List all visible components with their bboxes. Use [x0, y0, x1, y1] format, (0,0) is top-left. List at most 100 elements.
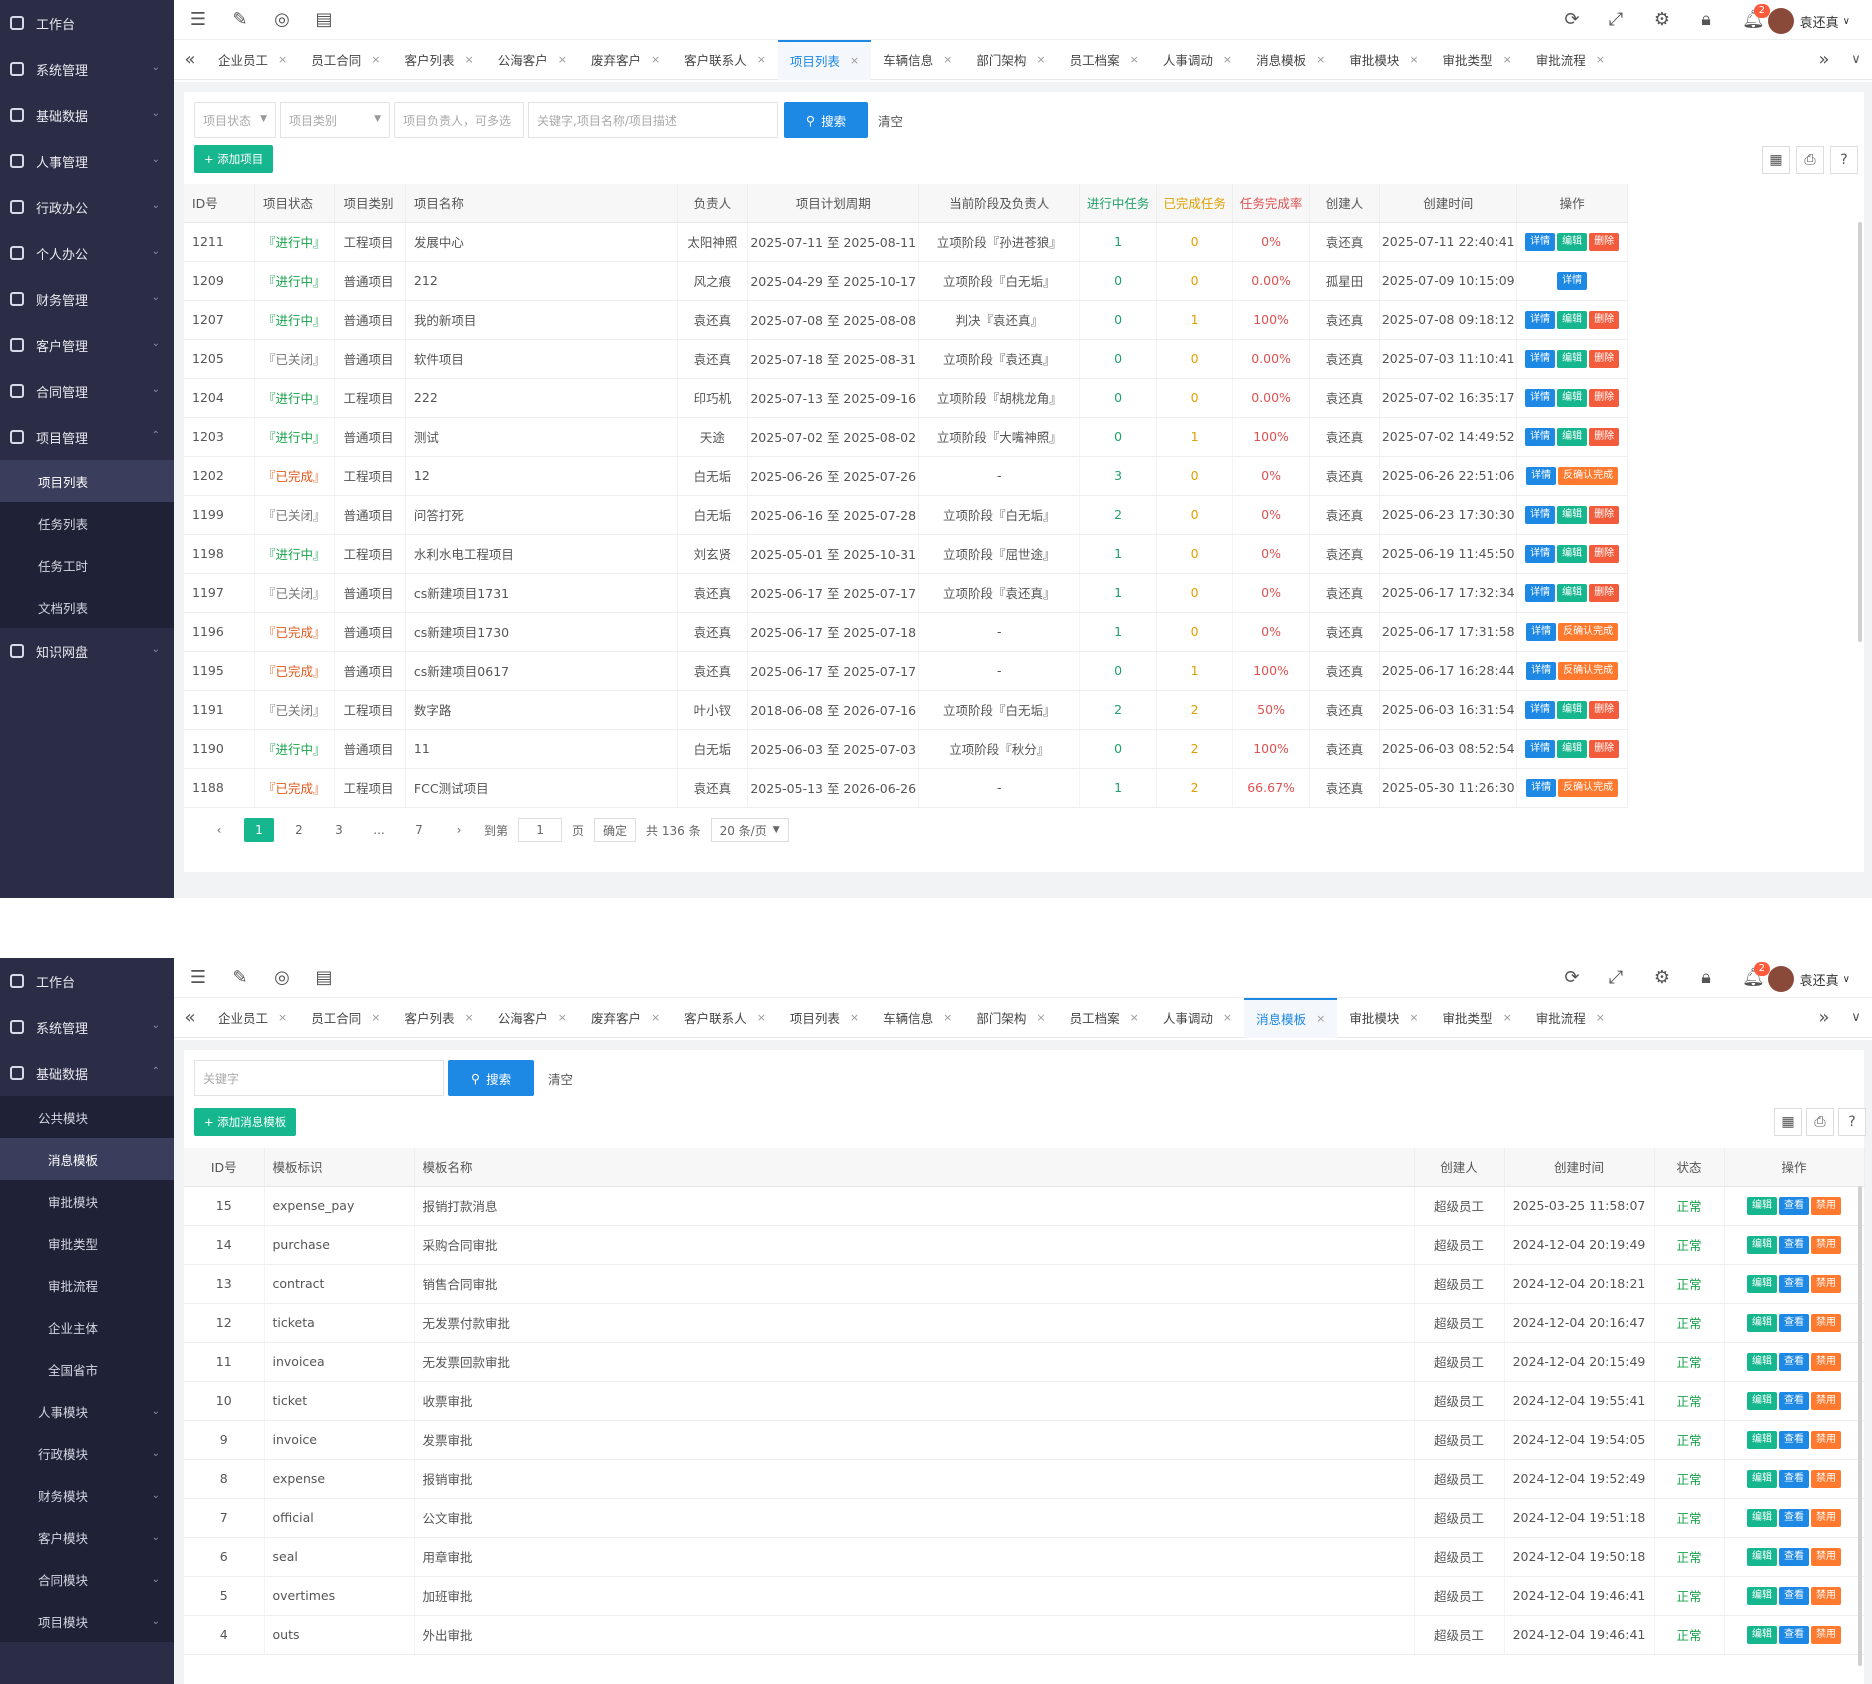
edit-button[interactable]: 编辑 — [1747, 1274, 1777, 1293]
close-icon[interactable]: × — [1316, 1012, 1325, 1025]
close-icon[interactable]: × — [943, 1011, 952, 1024]
view-button[interactable]: 查看 — [1779, 1391, 1809, 1410]
tab[interactable]: 消息模板 × — [1244, 997, 1338, 1038]
edit-button[interactable]: 编辑 — [1557, 388, 1588, 407]
unconfirm-button[interactable]: 反确认完成 — [1558, 661, 1619, 680]
sidebar-subitem[interactable]: 任务列表 — [0, 502, 174, 544]
tabs-scroll-right-icon[interactable]: » — [1808, 998, 1840, 1038]
sidebar-item[interactable]: 项目管理 ⌃ — [0, 414, 174, 460]
disable-button[interactable]: 禁用 — [1811, 1352, 1841, 1371]
delete-button[interactable]: 删除 — [1589, 739, 1620, 758]
sidebar-item[interactable]: 系统管理 ⌄ — [0, 46, 174, 92]
table-row[interactable]: 8 expense 报销审批 超级员工 2024-12-04 19:52:49 正常 编辑查… — [184, 1459, 1865, 1499]
sidebar-subitem[interactable]: 文档列表 — [0, 586, 174, 628]
tabs-menu-chevron-icon[interactable]: ∨ — [1840, 998, 1872, 1038]
detail-button[interactable]: 详情 — [1525, 310, 1556, 329]
search-button[interactable]: ⚲ 搜索 — [448, 1060, 534, 1096]
sidebar-group[interactable]: 公共模块 — [0, 1096, 174, 1138]
tab[interactable]: 员工档案 × — [1058, 998, 1151, 1038]
close-icon[interactable]: × — [1036, 53, 1045, 66]
table-row[interactable]: 13 contract 销售合同审批 超级员工 2024-12-04 20:18:21 正… — [184, 1264, 1865, 1304]
table-row[interactable]: 1188 『已完成』 工程项目 FCC测试项目 袁还真 2025-05-13 至 2026… — [184, 768, 1628, 808]
sidebar-item[interactable]: 工作台 — [0, 0, 174, 46]
tab[interactable]: 客户列表 × — [392, 40, 485, 80]
disable-button[interactable]: 禁用 — [1811, 1625, 1841, 1644]
edit-button[interactable]: 编辑 — [1747, 1625, 1777, 1644]
tab[interactable]: 审批类型 × — [1431, 998, 1524, 1038]
bell-icon[interactable]: 🔔︎ 2 — [1742, 962, 1770, 988]
close-icon[interactable]: × — [278, 1011, 287, 1024]
sidebar-item[interactable]: 基础数据 ⌄ — [0, 92, 174, 138]
tab[interactable]: 企业员工 × — [206, 998, 299, 1038]
edit-button[interactable]: 编辑 — [1747, 1547, 1777, 1566]
tab[interactable]: 废弃客户 × — [579, 998, 672, 1038]
disable-button[interactable]: 禁用 — [1811, 1235, 1841, 1254]
table-row[interactable]: 1204 『进行中』 工程项目 222 印巧机 2025-07-13 至 2025-09-… — [184, 378, 1628, 418]
close-icon[interactable]: × — [1596, 1011, 1605, 1024]
table-row[interactable]: 1207 『进行中』 普通项目 我的新项目 袁还真 2025-07-08 至 2025-0… — [184, 300, 1628, 340]
tab[interactable]: 审批模块 × — [1337, 998, 1430, 1038]
close-icon[interactable]: × — [371, 53, 380, 66]
tab[interactable]: 车辆信息 × — [871, 40, 964, 80]
view-button[interactable]: 查看 — [1779, 1625, 1809, 1644]
edit-button[interactable]: 编辑 — [1747, 1469, 1777, 1488]
tab[interactable]: 审批流程 × — [1524, 998, 1617, 1038]
edit-button[interactable]: 编辑 — [1747, 1508, 1777, 1527]
sidebar-group[interactable]: 客户模块 ⌄ — [0, 1516, 174, 1558]
search-button[interactable]: ⚲ 搜索 — [784, 102, 868, 138]
disable-button[interactable]: 禁用 — [1811, 1196, 1841, 1215]
project-name[interactable]: 11 — [405, 729, 678, 769]
view-button[interactable]: 查看 — [1779, 1352, 1809, 1371]
sidebar-item[interactable]: 基础数据 ⌃ — [0, 1050, 174, 1096]
refresh-icon[interactable]: ⟳ — [1562, 10, 1582, 30]
bell-icon[interactable]: 🔔︎ 2 — [1742, 4, 1770, 30]
disable-button[interactable]: 禁用 — [1811, 1508, 1841, 1527]
table-row[interactable]: 1195 『已完成』 普通项目 cs新建项目0617 袁还真 2025-06-17 至 2… — [184, 651, 1628, 691]
tab[interactable]: 公海客户 × — [486, 998, 579, 1038]
user-menu[interactable]: 袁还真 ∨ — [1767, 966, 1850, 992]
detail-button[interactable]: 详情 — [1525, 388, 1556, 407]
close-icon[interactable]: × — [558, 1011, 567, 1024]
close-icon[interactable]: × — [1316, 53, 1325, 66]
add-project-button[interactable]: + 添加项目 — [194, 145, 274, 173]
sidebar-subitem[interactable]: 审批类型 — [0, 1222, 174, 1264]
table-row[interactable]: 1211 『进行中』 工程项目 发展中心 太阳神照 2025-07-11 至 2025-0… — [184, 222, 1628, 262]
detail-button[interactable]: 详情 — [1526, 466, 1557, 485]
tab[interactable]: 企业员工 × — [206, 40, 299, 80]
detail-button[interactable]: 详情 — [1526, 778, 1557, 797]
sidebar-item[interactable]: 个人办公 ⌄ — [0, 230, 174, 276]
edit-button[interactable]: 编辑 — [1557, 427, 1588, 446]
disable-button[interactable]: 禁用 — [1811, 1430, 1841, 1449]
delete-button[interactable]: 删除 — [1589, 544, 1620, 563]
detail-button[interactable]: 详情 — [1526, 622, 1557, 641]
sidebar-subitem[interactable]: 审批流程 — [0, 1264, 174, 1306]
project-name[interactable]: 发展中心 — [405, 222, 678, 262]
tab[interactable]: 员工合同 × — [299, 998, 392, 1038]
disable-button[interactable]: 禁用 — [1811, 1586, 1841, 1605]
table-row[interactable]: 1202 『已完成』 工程项目 12 白无垢 2025-06-26 至 2025-07-2… — [184, 456, 1628, 496]
unconfirm-button[interactable]: 反确认完成 — [1558, 466, 1619, 485]
help-icon[interactable]: ? — [1838, 1108, 1866, 1136]
close-icon[interactable]: × — [651, 1011, 660, 1024]
close-icon[interactable]: × — [943, 53, 952, 66]
edit-button[interactable]: 编辑 — [1557, 544, 1588, 563]
tabs-scroll-left-icon[interactable]: « — [174, 998, 206, 1038]
close-icon[interactable]: × — [464, 1011, 473, 1024]
next-page-icon[interactable]: › — [444, 818, 474, 842]
tab[interactable]: 客户列表 × — [392, 998, 485, 1038]
table-row[interactable]: 1197 『已关闭』 普通项目 cs新建项目1731 袁还真 2025-06-17 至 2… — [184, 573, 1628, 613]
document-icon[interactable]: ▤ — [314, 10, 334, 30]
close-icon[interactable]: × — [1409, 1011, 1418, 1024]
table-row[interactable]: 1191 『已关闭』 工程项目 数字路 叶小钗 2018-06-08 至 2026-07-… — [184, 690, 1628, 730]
detail-button[interactable]: 详情 — [1525, 544, 1556, 563]
close-icon[interactable]: × — [1503, 1011, 1512, 1024]
clear-button[interactable]: 清空 — [548, 1060, 573, 1096]
edit-button[interactable]: 编辑 — [1557, 310, 1588, 329]
lock-icon[interactable]: 🔒︎ — [1696, 10, 1716, 30]
table-row[interactable]: 6 seal 用章审批 超级员工 2024-12-04 19:50:18 正常 编辑 查看 禁用 — [184, 1537, 1865, 1577]
document-icon[interactable]: ▤ — [314, 968, 334, 988]
sidebar-item[interactable]: 合同管理 ⌄ — [0, 368, 174, 414]
add-template-button[interactable]: + 添加消息模板 — [194, 1108, 297, 1136]
project-name[interactable]: 测试 — [405, 417, 678, 457]
table-row[interactable]: 1209 『进行中』 普通项目 212 风之痕 2025-04-29 至 2025-10-… — [184, 261, 1628, 301]
